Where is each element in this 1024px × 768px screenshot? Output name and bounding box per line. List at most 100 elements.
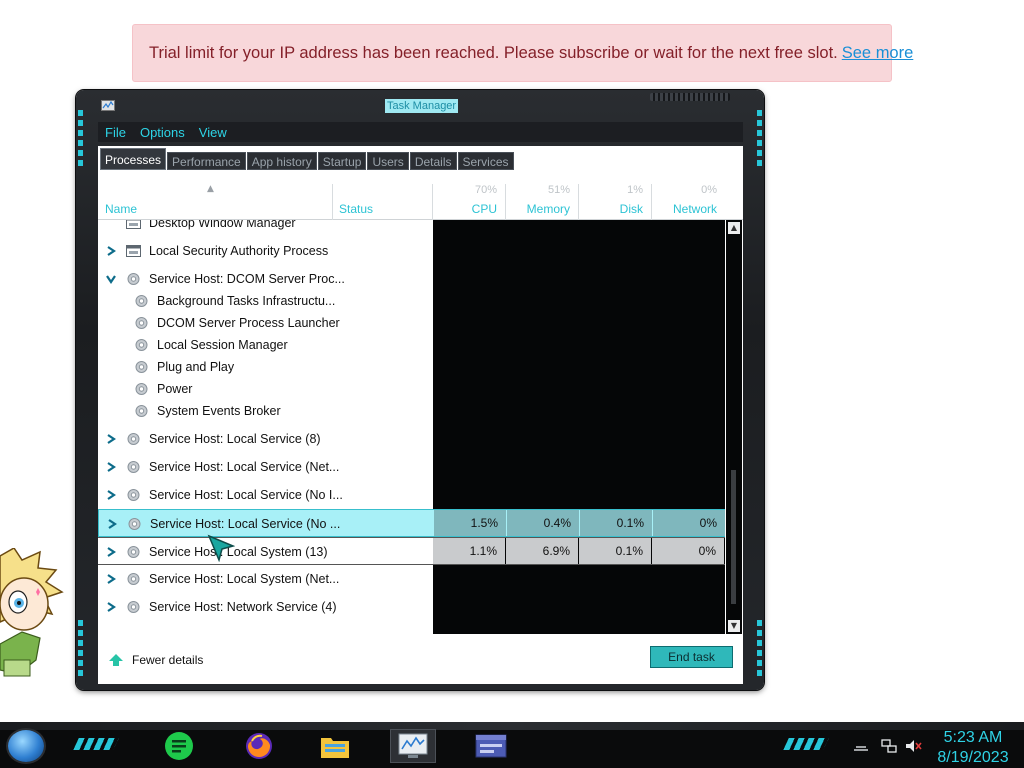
frame-accent-right-top xyxy=(757,110,762,170)
fewer-details-button[interactable]: Fewer details xyxy=(108,650,203,670)
chevron-right-icon[interactable] xyxy=(106,246,116,256)
tab-users[interactable]: Users xyxy=(367,152,409,170)
column-cpu[interactable]: 70% CPU xyxy=(433,184,505,220)
column-disk-label: Disk xyxy=(619,202,643,216)
tab-processes[interactable]: Processes xyxy=(100,148,167,170)
chevron-right-icon[interactable] xyxy=(107,519,117,529)
app-window-icon[interactable] xyxy=(468,729,514,763)
process-child-row[interactable]: Plug and Play xyxy=(98,356,725,378)
see-more-link[interactable]: See more xyxy=(842,44,914,63)
process-name: Service Host: Local Service (No I... xyxy=(149,488,343,502)
process-row[interactable]: Service Host: Local Service (No I... xyxy=(98,481,725,509)
column-name[interactable]: Name xyxy=(98,184,332,220)
gear-icon xyxy=(127,601,140,613)
scroll-down-icon[interactable]: ▼ xyxy=(728,620,740,632)
gear-icon xyxy=(135,339,148,351)
process-network-value: 0% xyxy=(652,538,724,564)
chevron-right-icon[interactable] xyxy=(106,490,116,500)
app-window-icon xyxy=(126,245,141,257)
process-row[interactable]: Service Host: Local Service (Net... xyxy=(98,453,725,481)
tab-bar: Processes Performance App history Startu… xyxy=(98,146,743,170)
notes-app-icon[interactable] xyxy=(156,729,202,763)
column-header: ▲ Name Status 70% CPU 51% Memory 1% Disk… xyxy=(98,184,743,220)
process-child-row[interactable]: System Events Broker xyxy=(98,400,725,422)
window-grip[interactable] xyxy=(650,93,730,101)
menu-view[interactable]: View xyxy=(192,125,234,140)
arrow-up-icon xyxy=(109,654,123,666)
process-row[interactable]: Service Host: Network Service (4) xyxy=(98,593,725,621)
column-cpu-label: CPU xyxy=(471,202,497,216)
task-manager-icon[interactable] xyxy=(390,729,436,763)
column-status-label: Status xyxy=(339,202,374,216)
processes-panel: ▲ Name Status 70% CPU 51% Memory 1% Disk… xyxy=(98,170,743,684)
process-list: Desktop Window Manager Local Security Aut… xyxy=(98,220,725,634)
file-explorer-icon[interactable] xyxy=(312,729,358,763)
firefox-icon[interactable] xyxy=(236,729,282,763)
process-name: Power xyxy=(157,382,193,396)
tab-services[interactable]: Services xyxy=(457,152,514,170)
system-clock[interactable]: 5:23 AM 8/19/2023 xyxy=(930,728,1016,768)
window-title: Task Manager xyxy=(385,99,459,113)
process-child-row[interactable]: Local Session Manager xyxy=(98,334,725,356)
process-child-row[interactable]: Power xyxy=(98,378,725,400)
process-name: Local Session Manager xyxy=(157,338,288,352)
start-button[interactable] xyxy=(8,730,44,762)
column-name-label: Name xyxy=(105,202,138,216)
tab-app-history[interactable]: App history xyxy=(246,152,317,170)
menu-file[interactable]: File xyxy=(98,125,133,140)
gear-icon xyxy=(127,461,140,473)
gear-icon xyxy=(135,361,148,373)
volume-muted-icon[interactable] xyxy=(904,738,922,754)
process-child-row[interactable]: DCOM Server Process Launcher xyxy=(98,312,725,334)
process-name: Background Tasks Infrastructu... xyxy=(157,294,336,308)
menu-options[interactable]: Options xyxy=(133,125,192,140)
task-manager-app-icon xyxy=(101,100,115,111)
column-disk[interactable]: 1% Disk xyxy=(579,184,651,220)
gear-icon xyxy=(128,518,141,530)
process-name: Service Host: Local Service (8) xyxy=(149,432,321,446)
process-child-row[interactable]: Background Tasks Infrastructu... xyxy=(98,290,725,312)
column-network[interactable]: 0% Network xyxy=(652,184,725,220)
chevron-right-icon[interactable] xyxy=(106,462,116,472)
process-row[interactable]: Service Host: DCOM Server Proc... xyxy=(98,265,725,293)
tab-startup[interactable]: Startup xyxy=(317,152,367,170)
process-row[interactable]: Service Host: Local System (Net... xyxy=(98,565,725,593)
tab-performance[interactable]: Performance xyxy=(167,152,246,170)
chevron-down-icon[interactable] xyxy=(106,274,116,284)
column-status[interactable]: Status xyxy=(333,184,432,220)
scroll-thumb[interactable] xyxy=(731,470,736,604)
column-memory[interactable]: 51% Memory xyxy=(506,184,578,220)
chevron-right-icon[interactable] xyxy=(106,602,116,612)
network-icon[interactable] xyxy=(880,738,898,754)
network-total: 0% xyxy=(701,184,717,196)
frame-accent-left-top xyxy=(78,110,83,170)
end-task-button[interactable]: End task xyxy=(650,646,733,668)
process-row[interactable]: Service Host: Local Service (8) xyxy=(98,425,725,453)
chevron-right-icon[interactable] xyxy=(106,434,116,444)
banner-message: Trial limit for your IP address has been… xyxy=(149,43,838,62)
gear-icon xyxy=(127,273,140,285)
chevron-right-icon[interactable] xyxy=(106,547,116,557)
process-row[interactable]: Service Host: Local System (13) 1.1% 6.9% 0… xyxy=(98,537,725,565)
scroll-up-icon[interactable]: ▲ xyxy=(728,222,740,234)
process-row[interactable]: Desktop Window Manager xyxy=(98,220,725,237)
footer-bar: Fewer details End task xyxy=(98,640,743,684)
taskbar-accent-left xyxy=(73,738,119,750)
process-name: System Events Broker xyxy=(157,404,281,418)
clock-date: 8/19/2023 xyxy=(937,749,1009,766)
chevron-right-icon[interactable] xyxy=(106,574,116,584)
process-name: Service Host: Local Service (No ... xyxy=(150,517,341,531)
gear-icon xyxy=(127,433,140,445)
column-memory-label: Memory xyxy=(526,202,570,216)
gear-icon xyxy=(135,317,148,329)
show-hidden-icons-icon[interactable] xyxy=(852,738,870,754)
vertical-scrollbar[interactable]: ▲ ▼ xyxy=(726,220,742,634)
process-row[interactable]: Local Security Authority Process xyxy=(98,237,725,265)
tab-details[interactable]: Details xyxy=(409,152,457,170)
trial-limit-banner: Trial limit for your IP address has been… xyxy=(132,24,913,82)
process-row[interactable]: Service Host: Local Service (No ... 1.5% 0… xyxy=(98,509,725,537)
process-name: Service Host: Network Service (4) xyxy=(149,600,337,614)
process-name: Service Host: Local System (13) xyxy=(149,545,328,559)
gear-icon xyxy=(135,405,148,417)
frame-accent-left-bottom xyxy=(78,620,83,680)
